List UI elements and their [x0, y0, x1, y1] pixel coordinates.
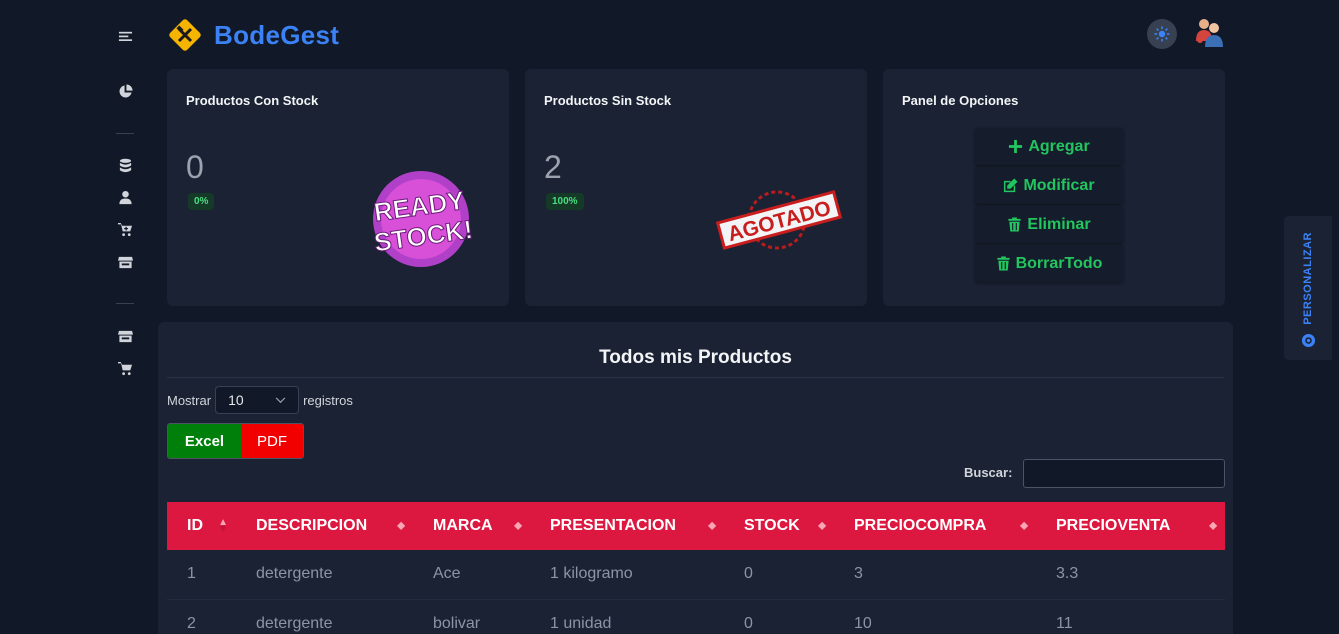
ready-stock-image: READY STOCK! [372, 171, 475, 267]
cart-icon[interactable] [117, 360, 133, 376]
card-title: Productos Sin Stock [544, 93, 672, 108]
borrar-todo-label: BorrarTodo [1015, 254, 1103, 272]
column-header-descripcion[interactable]: DESCRIPCION ◆ [236, 502, 413, 550]
table-row[interactable]: 1 detergente Ace 1 kilogramo 0 3 3.3 [167, 550, 1225, 599]
sidebar-divider [116, 303, 134, 304]
export-buttons: Excel PDF [167, 423, 304, 459]
cell-stock: 0 [744, 614, 753, 632]
pdf-button[interactable]: PDF [241, 424, 303, 458]
cell-id: 2 [187, 614, 196, 632]
card-value: 2 [544, 149, 562, 185]
trash-icon [997, 256, 1010, 271]
eliminar-label: Eliminar [1027, 215, 1091, 233]
edit-icon [1004, 178, 1018, 193]
percent-badge: 100% [546, 193, 584, 210]
divider [167, 377, 1224, 378]
sun-icon [1154, 26, 1170, 42]
card-productos-con-stock: Productos Con Stock 0 0% READY STOCK! [167, 69, 509, 306]
borrar-todo-button[interactable]: BorrarTodo [975, 245, 1123, 282]
cell-precioventa: 11 [1056, 614, 1073, 632]
user-avatar[interactable] [1192, 15, 1226, 49]
cell-descripcion: detergente [256, 614, 333, 632]
sort-icon: ◆ [514, 520, 522, 532]
card-value: 0 [186, 149, 204, 185]
panel-title: Todos mis Productos [599, 347, 792, 368]
table-row[interactable]: 2 detergente bolivar 1 unidad 0 10 11 [167, 599, 1225, 634]
cell-id: 1 [187, 565, 196, 583]
sort-icon: ◆ [1020, 520, 1028, 532]
cell-marca: bolivar [433, 614, 481, 632]
sidebar-divider [116, 133, 134, 134]
database-icon[interactable] [117, 157, 133, 173]
column-header-preciocompra[interactable]: PRECIOCOMPRA ◆ [834, 502, 1036, 550]
sort-icon: ◆ [818, 520, 826, 532]
cell-precioventa: 3.3 [1056, 565, 1079, 583]
column-header-presentacion[interactable]: PRESENTACION ◆ [530, 502, 724, 550]
page-length-select[interactable]: 10 [215, 386, 300, 414]
card-panel-opciones: Panel de Opciones Agregar Modificar Elim… [883, 69, 1225, 306]
sort-icon: ◆ [708, 520, 716, 532]
agregar-button[interactable]: Agregar [975, 128, 1123, 165]
gear-icon [1301, 333, 1315, 348]
search-label: Buscar: [964, 465, 1013, 480]
plus-icon [1009, 139, 1023, 154]
theme-toggle-button[interactable] [1147, 19, 1177, 49]
column-header-stock[interactable]: STOCK ◆ [724, 502, 834, 550]
show-label: Mostrar [167, 392, 212, 408]
cell-preciocompra: 10 [854, 614, 872, 632]
sort-icon: ▲ ▼ [218, 517, 228, 535]
trash-icon [1008, 217, 1022, 232]
cell-marca: Ace [433, 565, 461, 583]
menu-icon[interactable] [117, 28, 133, 44]
eliminar-button[interactable]: Eliminar [975, 206, 1123, 243]
table-header-row: ID ▲ ▼ DESCRIPCION ◆ MARCA ◆ PRESENTACION ◆ S… [167, 502, 1225, 550]
sort-icon: ◆ [1209, 520, 1217, 532]
store-icon[interactable] [117, 254, 133, 270]
cell-presentacion: 1 unidad [550, 614, 612, 632]
card-title: Panel de Opciones [902, 93, 1019, 108]
brand-logo-icon [169, 19, 201, 51]
column-header-marca[interactable]: MARCA ◆ [413, 502, 530, 550]
sort-icon: ◆ [397, 520, 405, 532]
cell-presentacion: 1 kilogramo [550, 565, 633, 583]
page-length-value: 10 [228, 392, 244, 408]
chart-pie-icon[interactable] [117, 83, 133, 99]
search-input[interactable] [1023, 459, 1225, 488]
modificar-button[interactable]: Modificar [975, 167, 1123, 204]
chevron-down-icon [275, 396, 286, 403]
column-header-id[interactable]: ID ▲ ▼ [167, 502, 236, 550]
page-length-control: Mostrar 10 registros [167, 386, 353, 414]
productos-table: ID ▲ ▼ DESCRIPCION ◆ MARCA ◆ PRESENTACION ◆ S… [167, 502, 1225, 634]
agregar-label: Agregar [1028, 137, 1090, 155]
svg-text:AGOTADO: AGOTADO [725, 197, 833, 247]
personalizar-tab[interactable]: PERSONALIZAR [1284, 216, 1332, 360]
cell-descripcion: detergente [256, 565, 333, 583]
excel-button[interactable]: Excel [168, 424, 241, 458]
productos-panel: Todos mis Productos Mostrar 10 registros… [158, 322, 1233, 634]
card-title: Productos Con Stock [186, 93, 319, 108]
card-productos-sin-stock: Productos Sin Stock 2 100% AGOTADO [525, 69, 867, 306]
brand[interactable]: BodeGest [168, 18, 339, 52]
brand-name: BodeGest [214, 19, 340, 50]
sidebar [0, 0, 140, 634]
records-label: registros [303, 392, 353, 408]
user-icon[interactable] [117, 189, 133, 205]
percent-badge: 0% [188, 193, 215, 210]
cell-stock: 0 [744, 565, 753, 583]
agotado-stamp-image: AGOTADO [715, 190, 843, 250]
column-header-precioventa[interactable]: PRECIOVENTA ◆ [1036, 502, 1225, 550]
cart-icon[interactable] [117, 221, 133, 237]
modificar-label: Modificar [1023, 176, 1095, 194]
cell-preciocompra: 3 [854, 565, 863, 583]
store-icon[interactable] [117, 328, 133, 344]
personalizar-label: PERSONALIZAR [1302, 232, 1314, 325]
